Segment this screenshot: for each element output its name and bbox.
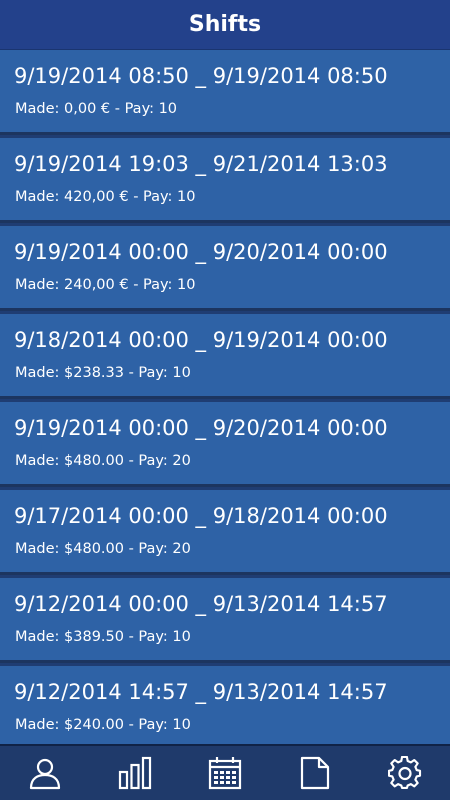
shift-summary: Made: $480.00 - Pay: 20 [15,453,191,469]
page-title: Shifts [188,12,262,37]
app-screen: Shifts 9/19/2014 08:50 _ 9/19/2014 08:50… [0,0,450,800]
bottom-nav [0,744,450,800]
shift-date-range: 9/18/2014 00:00 _ 9/19/2014 00:00 [14,328,388,352]
app-header: Shifts [0,0,450,50]
shift-row[interactable]: 9/12/2014 14:57 _ 9/13/2014 14:57 Made: … [0,666,450,744]
shift-date-range: 9/17/2014 00:00 _ 9/18/2014 00:00 [14,504,388,528]
nav-calendar-button[interactable] [195,745,255,800]
shift-row[interactable]: 9/19/2014 00:00 _ 9/20/2014 00:00 Made: … [0,402,450,487]
nav-profile-button[interactable] [15,745,75,800]
shift-date-range: 9/19/2014 08:50 _ 9/19/2014 08:50 [14,64,388,88]
shift-summary: Made: $240.00 - Pay: 10 [15,717,191,733]
shift-row[interactable]: 9/17/2014 00:00 _ 9/18/2014 00:00 Made: … [0,490,450,575]
shift-date-range: 9/19/2014 19:03 _ 9/21/2014 13:03 [14,152,388,176]
shift-date-range: 9/19/2014 00:00 _ 9/20/2014 00:00 [14,240,388,264]
shift-row[interactable]: 9/19/2014 19:03 _ 9/21/2014 13:03 Made: … [0,138,450,223]
shift-list[interactable]: 9/19/2014 08:50 _ 9/19/2014 08:50 Made: … [0,50,450,744]
shift-row[interactable]: 9/12/2014 00:00 _ 9/13/2014 14:57 Made: … [0,578,450,663]
shift-summary: Made: $238.33 - Pay: 10 [15,365,191,381]
nav-stats-button[interactable] [105,745,165,800]
shift-date-range: 9/12/2014 14:57 _ 9/13/2014 14:57 [14,680,388,704]
shift-summary: Made: $480.00 - Pay: 20 [15,541,191,557]
shift-summary: Made: 420,00 € - Pay: 10 [15,189,196,205]
nav-reports-button[interactable] [285,745,345,800]
shift-row[interactable]: 9/18/2014 00:00 _ 9/19/2014 00:00 Made: … [0,314,450,399]
shift-row[interactable]: 9/19/2014 08:50 _ 9/19/2014 08:50 Made: … [0,50,450,135]
user-icon [29,758,61,790]
shift-date-range: 9/19/2014 00:00 _ 9/20/2014 00:00 [14,416,388,440]
nav-settings-button[interactable] [375,745,435,800]
calendar-icon [208,757,242,790]
shift-row[interactable]: 9/19/2014 00:00 _ 9/20/2014 00:00 Made: … [0,226,450,311]
shift-summary: Made: 0,00 € - Pay: 10 [15,101,178,117]
document-icon [300,756,330,790]
shift-date-range: 9/12/2014 00:00 _ 9/13/2014 14:57 [14,592,388,616]
shift-summary: Made: 240,00 € - Pay: 10 [15,277,196,293]
gear-icon [388,756,422,790]
bar-chart-icon [118,756,152,790]
shift-summary: Made: $389.50 - Pay: 10 [15,629,191,645]
